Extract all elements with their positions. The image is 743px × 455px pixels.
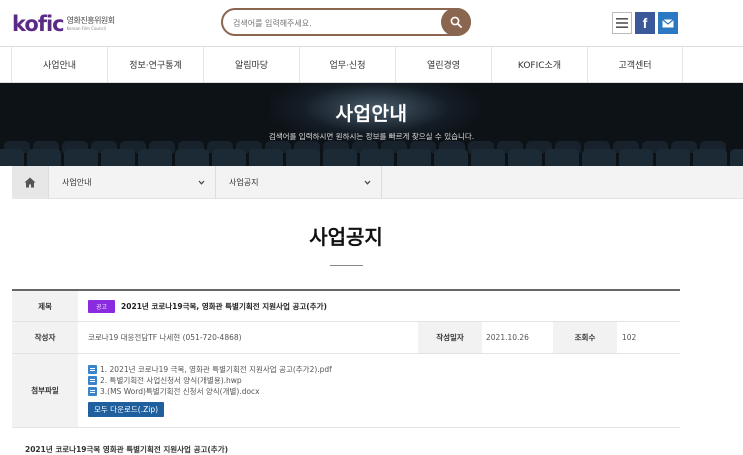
attachment-list: 1. 2021년 코로나19 극복, 영화관 특별기획전 지원사업 공고(추가2… <box>12 354 680 417</box>
attachment-file-name: 2. 특별기획전 사업신청서 양식(개별용).hwp <box>100 376 242 385</box>
nav-item-application[interactable]: 업무·신청 <box>299 47 395 82</box>
home-button[interactable] <box>12 166 48 199</box>
download-all-button[interactable]: 모두 다운로드(.Zip) <box>88 402 165 417</box>
search-box <box>221 8 471 36</box>
header-icons: f <box>612 12 678 34</box>
author-value: 코로나19 대응전담TF 나세현 (051-720-4868) <box>88 333 242 342</box>
search-button[interactable] <box>441 8 471 36</box>
attachment-file-name: 1. 2021년 코로나19 극복, 영화관 특별기획전 지원사업 공고(추가2… <box>100 365 332 374</box>
nav-item-management[interactable]: 열린경영 <box>395 47 491 82</box>
nav-item-notice[interactable]: 알림마당 <box>203 47 299 82</box>
attachment-file[interactable]: 1. 2021년 코로나19 극복, 영화관 특별기획전 지원사업 공고(추가2… <box>88 364 680 375</box>
banner-subtitle: 검색어를 입력하시면 원하시는 정보를 빠르게 찾으실 수 있습니다. <box>268 132 475 141</box>
logo-korean-name: 영화진흥위원회 <box>66 16 116 25</box>
author-row: 작성자 코로나19 대응전담TF 나세현 (051-720-4868) 작성일자… <box>12 322 680 354</box>
notice-body-first-line: 2021년 코로나19극복 영화관 특별기획전 지원사업 공고(추가) <box>25 445 229 454</box>
notice-detail-table: 제목 공고 2021년 코로나19극복, 영화관 특별기획전 지원사업 공고(추… <box>12 289 680 428</box>
page-title: 사업공지 <box>309 225 383 249</box>
date-value: 2021.10.26 <box>486 333 529 342</box>
notice-badge: 공고 <box>88 299 116 313</box>
date-label: 작성일자 <box>418 322 482 353</box>
banner-title: 사업안내 <box>335 103 408 125</box>
breadcrumb: 사업안내 사업공지 <box>12 166 743 199</box>
nav-item-business[interactable]: 사업안내 <box>11 47 107 82</box>
attachment-file-name: 3.(MS Word)특별기획전 신청서 양식(개별).docx <box>100 387 260 396</box>
subject-cell: 공고 2021년 코로나19극복, 영화관 특별기획전 지원사업 공고(추가) <box>88 291 327 321</box>
facebook-icon[interactable]: f <box>635 12 655 34</box>
search-icon <box>450 16 462 28</box>
home-icon <box>24 177 36 188</box>
file-icon <box>88 365 97 374</box>
attachment-label: 첨부파일 <box>12 354 78 427</box>
file-icon <box>88 376 97 385</box>
author-label: 작성자 <box>12 322 78 353</box>
site-header: kofic 영화진흥위원회 Korean Film Council f <box>0 0 743 46</box>
breadcrumb-level2-label: 사업공지 <box>229 178 259 187</box>
main-nav: 사업안내 정보·연구통계 알림마당 업무·신청 열린경영 KOFIC소개 고객센… <box>0 46 743 83</box>
breadcrumb-select-level1[interactable]: 사업안내 <box>48 166 215 199</box>
search-input[interactable] <box>233 15 433 31</box>
chevron-down-icon <box>198 180 205 185</box>
nav-item-research[interactable]: 정보·연구통계 <box>107 47 203 82</box>
nav-item-about[interactable]: KOFIC소개 <box>491 47 587 82</box>
notice-subject: 2021년 코로나19극복, 영화관 특별기획전 지원사업 공고(추가) <box>121 301 327 311</box>
breadcrumb-level1-label: 사업안내 <box>62 178 92 187</box>
mail-icon[interactable] <box>658 12 678 34</box>
attachment-file[interactable]: 2. 특별기획전 사업신청서 양식(개별용).hwp <box>88 375 680 386</box>
file-icon <box>88 387 97 396</box>
logo-text: 영화진흥위원회 Korean Film Council <box>66 16 116 31</box>
subject-row: 제목 공고 2021년 코로나19극복, 영화관 특별기획전 지원사업 공고(추… <box>12 291 680 322</box>
title-divider <box>330 265 363 266</box>
hero-banner: 사업안내 검색어를 입력하시면 원하시는 정보를 빠르게 찾으실 수 있습니다. <box>0 83 743 166</box>
attachment-row: 첨부파일 1. 2021년 코로나19 극복, 영화관 특별기획전 지원사업 공… <box>12 354 680 428</box>
breadcrumb-select-level2[interactable]: 사업공지 <box>215 166 382 199</box>
subject-label: 제목 <box>12 291 78 321</box>
views-value: 102 <box>622 333 637 342</box>
seat-row-back <box>4 141 729 153</box>
logo-english-name: Korean Film Council <box>66 26 106 31</box>
kofic-logo[interactable]: kofic 영화진흥위원회 Korean Film Council <box>12 12 115 36</box>
views-label: 조회수 <box>553 322 617 353</box>
logo-mark: kofic <box>12 12 65 36</box>
chevron-down-icon <box>364 180 371 185</box>
nav-item-customer[interactable]: 고객센터 <box>587 47 683 82</box>
attachment-file[interactable]: 3.(MS Word)특별기획전 신청서 양식(개별).docx <box>88 386 680 397</box>
menu-icon[interactable] <box>612 12 632 34</box>
